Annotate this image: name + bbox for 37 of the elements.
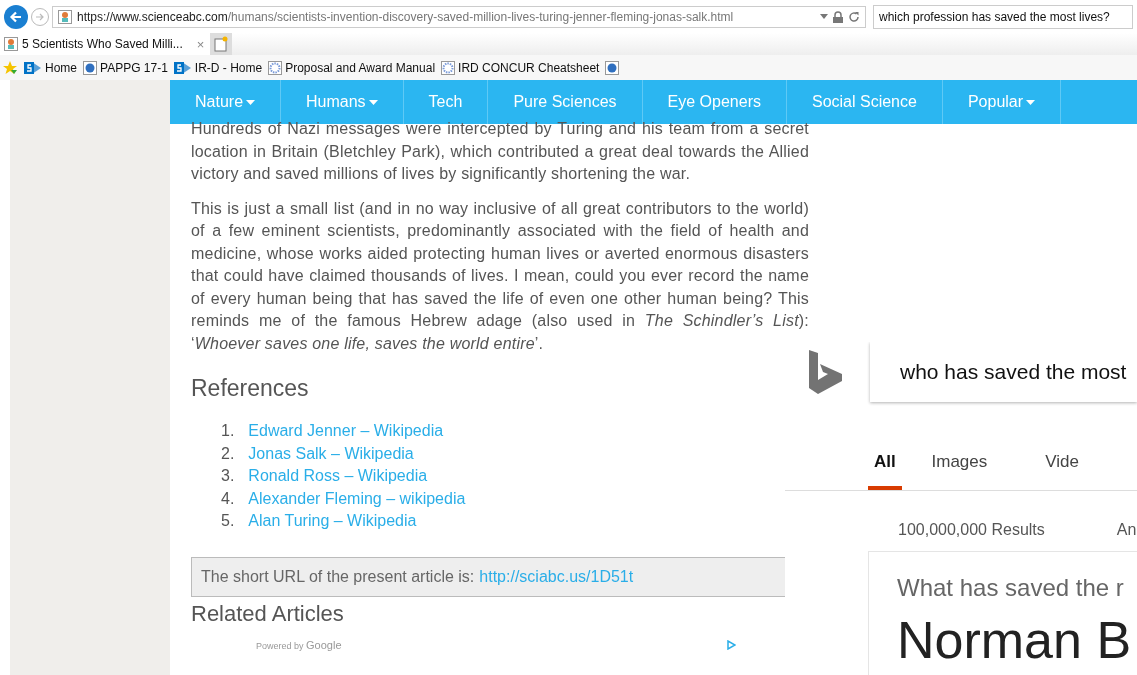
references-heading: References bbox=[191, 375, 310, 402]
address-bar[interactable]: https://www.scienceabc.com/humans/scientists-invention-discovery-saved-million-lives-turing-jenner-fleming-jonas-salk.html bbox=[52, 5, 866, 28]
url-path: /humans/scientists-invention-discovery-saved-million-lives-turing-jenner-fleming-jonas-salk.html bbox=[227, 9, 735, 24]
list-number: 1. bbox=[221, 421, 235, 441]
results-count: 100,000,000 Results bbox=[898, 521, 1045, 539]
close-icon[interactable]: × bbox=[196, 36, 205, 52]
results-tab[interactable]: Images bbox=[931, 444, 988, 490]
results-extra: An bbox=[1116, 521, 1137, 539]
query-field[interactable]: who has saved the most bbox=[870, 342, 1137, 402]
favorite-link[interactable]: Home bbox=[24, 60, 77, 75]
url-host: https://www.scienceabc.com bbox=[77, 9, 228, 24]
related-heading: Related Articles bbox=[191, 600, 345, 627]
powered-by-text: Powered by Google bbox=[256, 638, 342, 651]
favorite-link[interactable]: IR-D - Home bbox=[173, 60, 263, 75]
search-field[interactable]: which profession has saved the most lives? bbox=[873, 4, 1133, 29]
short-url-link[interactable]: http://sciabc.us/1D51t bbox=[479, 567, 634, 586]
favorite-link[interactable]: PAPPG 17-1 bbox=[83, 60, 168, 75]
list-number: 2. bbox=[221, 443, 235, 464]
article-paragraph: This is just a small list (and in no way inclusive of all great contributors to the world) of a few eminent scientists, predominantly associated with the field of health and medicine, whose works aided protecting human lives or averted enormous disasters that could have claimed thousands of lives. I mean, could you ever record the name of every human being that has saved the life of even one other human being? This reminds me of the famous Hebrew adage (also used in The Schindler’s List): ‘Whoever saves one life, saves the world entire’. bbox=[191, 198, 809, 354]
reference-link[interactable]: Ronald Ross – Wikipedia bbox=[248, 465, 428, 488]
list-number: 5. bbox=[221, 511, 235, 531]
answer-question: What has saved the r bbox=[897, 574, 1125, 602]
nav-link[interactable]: Social Science bbox=[786, 80, 943, 124]
nav-link[interactable]: Popular bbox=[942, 80, 1062, 124]
reference-link[interactable]: Alexander Fleming – wikipedia bbox=[248, 487, 466, 510]
favorite-link[interactable]: IRD CONCUR Cheatsheet bbox=[441, 60, 600, 75]
reference-link[interactable]: Jonas Salk – Wikipedia bbox=[248, 442, 414, 465]
list-number: 4. bbox=[221, 488, 235, 509]
list-number: 3. bbox=[221, 466, 235, 486]
short-url-label: The short URL of the present article is: bbox=[201, 567, 475, 586]
reference-link[interactable]: Alan Turing – Wikipedia bbox=[248, 510, 417, 533]
results-tab[interactable]: All bbox=[868, 444, 902, 490]
favorite-link[interactable]: Proposal and Award Manual bbox=[268, 60, 436, 75]
tab-title: 5 Scientists Who Saved Milli... bbox=[22, 37, 183, 51]
results-tab[interactable]: Vide bbox=[1045, 444, 1079, 490]
reference-link[interactable]: Edward Jenner – Wikipedia bbox=[248, 420, 444, 443]
answer-text: Norman B bbox=[897, 610, 1133, 670]
